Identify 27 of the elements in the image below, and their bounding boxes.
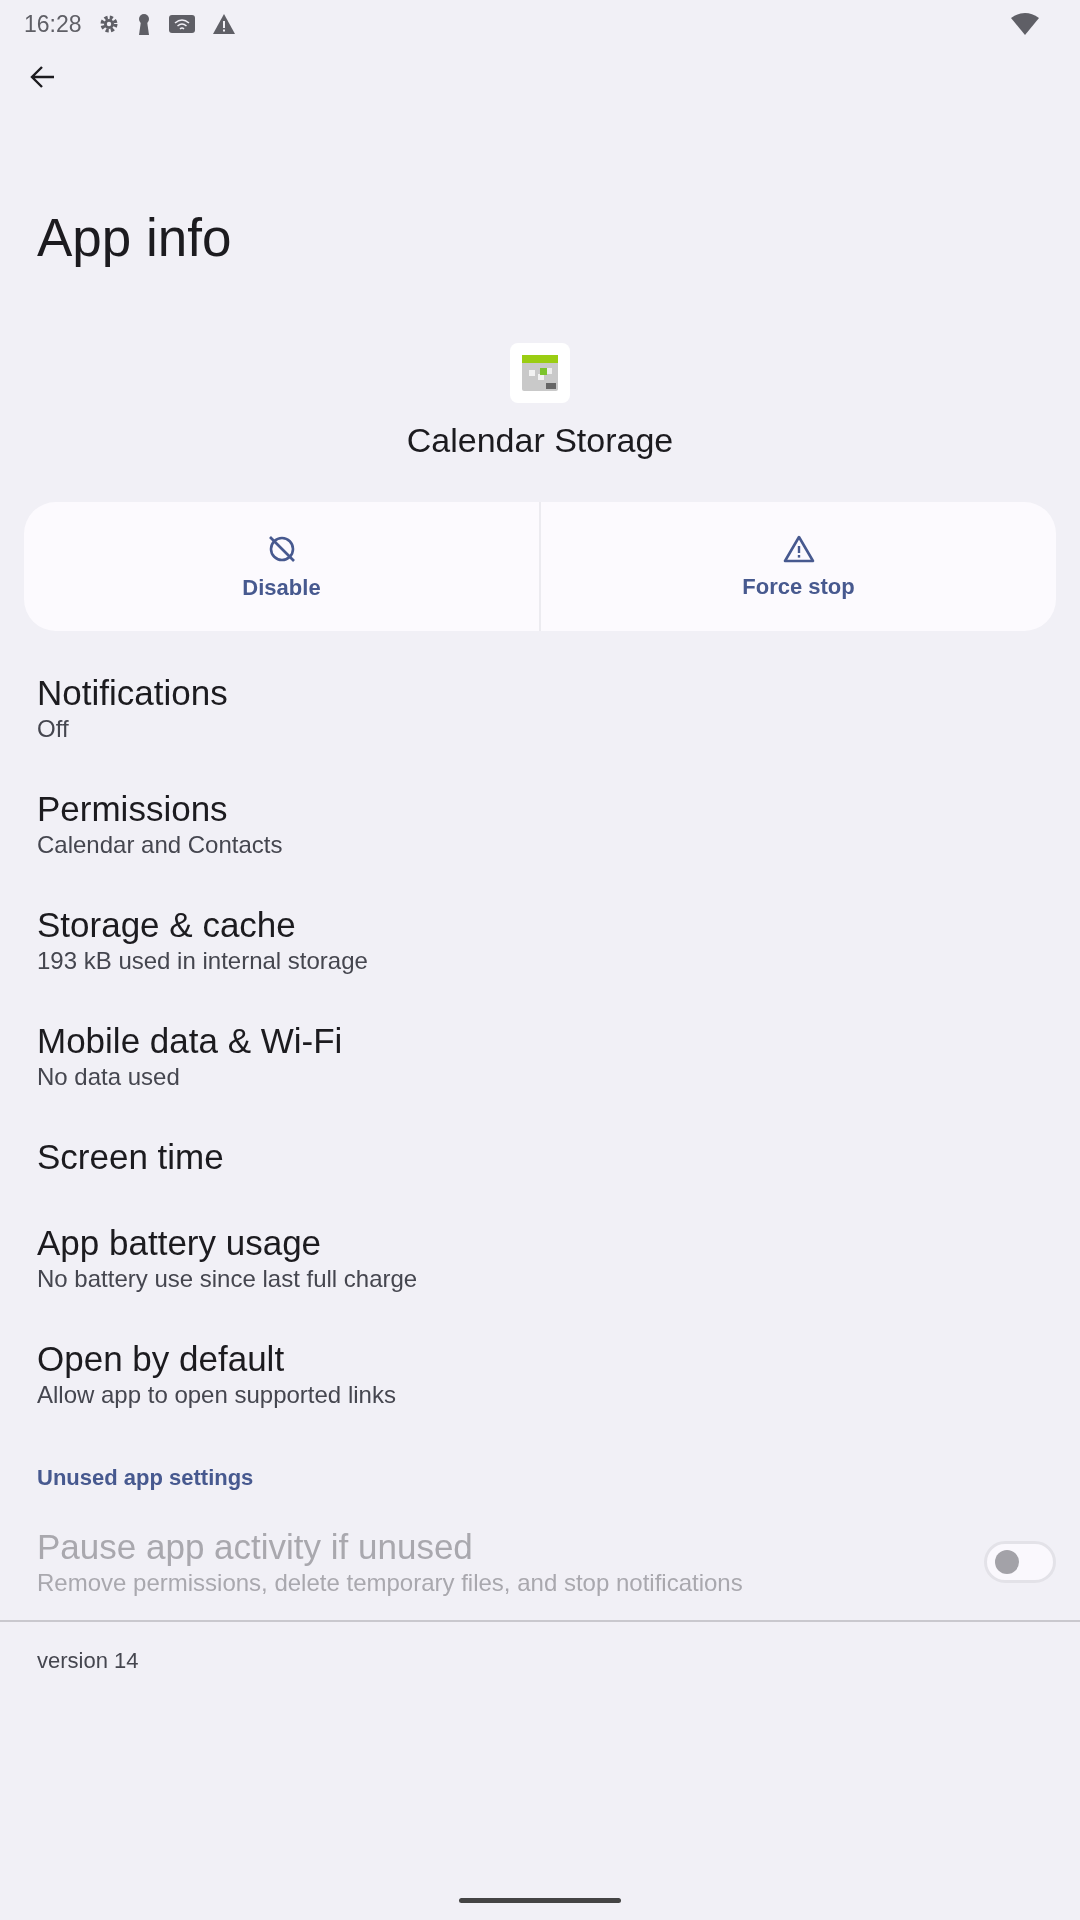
- setting-title[interactable]: Storage & cache: [37, 904, 1056, 946]
- back-arrow-icon: [30, 65, 56, 89]
- clock-time: 16:28: [24, 10, 82, 38]
- setting-summary: Allow app to open supported links: [37, 1380, 397, 1410]
- app-name: Calendar Storage: [406, 420, 674, 460]
- setting-summary: No battery use since last full charge: [37, 1264, 419, 1294]
- section-header: Unused app settings: [36, 1464, 255, 1492]
- setting-title[interactable]: Permissions: [37, 788, 1056, 830]
- setting-title[interactable]: Notifications: [37, 672, 1056, 714]
- setting-summary: Off: [37, 714, 70, 744]
- setting-title[interactable]: App battery usage: [37, 1222, 1056, 1264]
- warning-icon: [211, 13, 236, 35]
- setting-title[interactable]: Open by default: [37, 1338, 1056, 1380]
- action-button[interactable]: Force stop: [541, 502, 1056, 631]
- warning-icon: [782, 533, 815, 564]
- setting-summary: Remove permissions, delete temporary files, and stop notifications: [37, 1568, 744, 1598]
- page-title: App info: [37, 207, 233, 269]
- setting-summary: 193 kB used in internal storage: [37, 946, 369, 976]
- setting-summary: No data used: [37, 1062, 181, 1092]
- setting-title[interactable]: Screen time: [37, 1136, 1056, 1178]
- version-text: version 14: [36, 1647, 140, 1675]
- wifi-box-icon: [167, 13, 196, 35]
- setting-summary: Calendar and Contacts: [37, 830, 284, 860]
- setting-title[interactable]: Mobile data & Wi-Fi: [37, 1020, 1056, 1062]
- calendar-grid-icon: [522, 355, 558, 391]
- wifi-icon: [1010, 12, 1040, 36]
- action-button[interactable]: Disable: [24, 502, 539, 631]
